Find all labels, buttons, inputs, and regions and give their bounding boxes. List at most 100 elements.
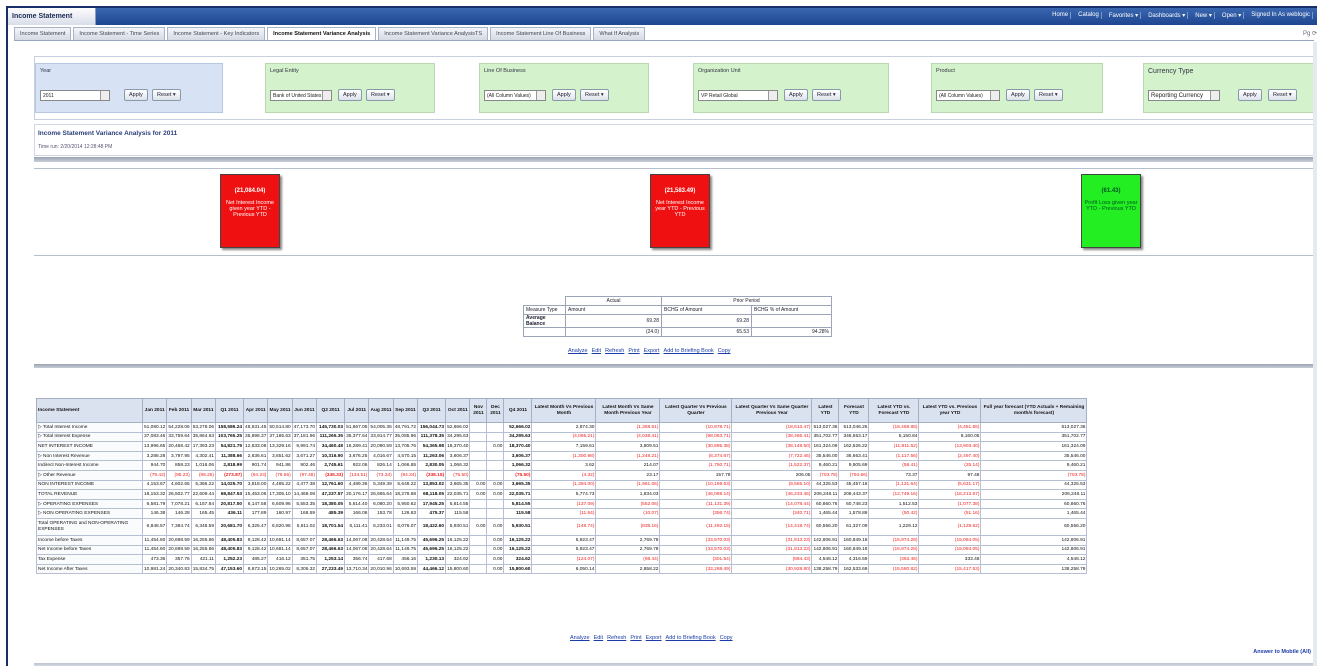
column-header[interactable]: Dec 2011 bbox=[486, 398, 505, 423]
row-label[interactable]: ▷ Non Interest Revenue bbox=[36, 450, 143, 462]
column-header[interactable]: Income Statement bbox=[36, 398, 143, 423]
tab-variance-analysis[interactable]: Income Statement Variance Analysis bbox=[267, 27, 377, 40]
org-unit-select[interactable]: VP Retail Global bbox=[698, 90, 778, 101]
apply-button[interactable]: Apply bbox=[1006, 89, 1030, 101]
apply-button[interactable]: Apply bbox=[338, 89, 362, 101]
link-copy[interactable]: Copy bbox=[718, 348, 731, 354]
row-label[interactable]: ▷ OPERATING EXPENSES bbox=[36, 498, 143, 510]
column-header[interactable]: Aug 2011 bbox=[368, 398, 394, 423]
row-label[interactable]: ▷ NON OPERATING EXPENSES bbox=[36, 508, 143, 519]
reset-button[interactable]: Reset ▾ bbox=[1268, 89, 1297, 101]
link-edit[interactable]: Edit bbox=[592, 348, 601, 354]
nav-open[interactable]: Open ▾ bbox=[1220, 12, 1245, 19]
table-cell: (2,497.40) bbox=[918, 450, 982, 462]
column-header[interactable]: Q2 2011 bbox=[316, 398, 346, 423]
link-analyze[interactable]: Analyze bbox=[570, 635, 590, 641]
apply-button[interactable]: Apply bbox=[124, 89, 148, 101]
nav-home[interactable]: Home bbox=[1050, 12, 1072, 19]
table-cell: (134.51) bbox=[344, 469, 370, 481]
prompt-label: Product bbox=[936, 68, 955, 74]
reset-button[interactable]: Reset ▾ bbox=[580, 89, 609, 101]
link-copy[interactable]: Copy bbox=[720, 635, 733, 641]
tab-key-indicators[interactable]: Income Statement - Key Indicators bbox=[167, 27, 266, 40]
table-cell: 16,255.86 bbox=[190, 534, 217, 546]
column-header[interactable]: Jul 2011 bbox=[344, 398, 370, 423]
column-header[interactable]: Jan 2011 bbox=[141, 398, 168, 423]
table-cell: 4,489.36 bbox=[344, 479, 370, 491]
row-label[interactable]: ▷ Other Revenue bbox=[36, 469, 143, 481]
table-cell: 0.00 bbox=[486, 489, 505, 500]
link-edit[interactable]: Edit bbox=[594, 635, 603, 641]
column-header[interactable]: Latest Quarter Vs Previous Quarter bbox=[659, 398, 733, 423]
table-row: ▷ Non Interest Revenue 3,288.28 3,797.95 4,… bbox=[36, 450, 1088, 462]
reset-button[interactable]: Reset ▾ bbox=[1034, 89, 1063, 101]
table-cell: (4,451.65) bbox=[918, 422, 982, 433]
apply-button[interactable]: Apply bbox=[1238, 89, 1262, 101]
link-briefing-book[interactable]: Add to Briefing Book bbox=[664, 348, 714, 354]
column-header[interactable]: Latest Month Vs Same Month Previous Year bbox=[595, 398, 661, 423]
link-refresh[interactable]: Refresh bbox=[605, 348, 624, 354]
column-header[interactable]: Latest YTD bbox=[811, 398, 840, 423]
column-header[interactable]: Q3 2011 bbox=[417, 398, 447, 423]
column-header[interactable]: May 2011 bbox=[267, 398, 293, 423]
apply-button[interactable]: Apply bbox=[552, 89, 576, 101]
table-cell: (9,565.10) bbox=[731, 479, 813, 491]
tab-what-if[interactable]: What If Analysis bbox=[593, 27, 646, 40]
lob-select[interactable]: (All Column Values) bbox=[484, 90, 546, 101]
nav-signed-in[interactable]: Signed In As weblogic bbox=[1249, 12, 1313, 19]
column-header[interactable]: Oct 2011 bbox=[445, 398, 471, 423]
reset-button[interactable]: Reset ▾ bbox=[152, 89, 181, 101]
tab-line-of-business[interactable]: Income Statement Line Of Business bbox=[490, 27, 592, 40]
tab-income-statement[interactable]: Income Statement bbox=[14, 27, 72, 40]
pivot-row-label bbox=[523, 327, 566, 337]
nav-catalog[interactable]: Catalog bbox=[1076, 12, 1102, 19]
scrollbar[interactable] bbox=[1313, 42, 1317, 666]
link-refresh[interactable]: Refresh bbox=[607, 635, 626, 641]
column-header[interactable]: Nov 2011 bbox=[469, 398, 488, 423]
link-export[interactable]: Export bbox=[644, 348, 660, 354]
column-header[interactable]: Apr 2011 bbox=[243, 398, 269, 423]
column-header[interactable]: Q4 2011 bbox=[503, 398, 533, 423]
table-cell: (94.23) bbox=[243, 469, 269, 481]
nav-favorites[interactable]: Favorites ▾ bbox=[1107, 12, 1142, 19]
link-print[interactable]: Print bbox=[630, 635, 641, 641]
year-select[interactable]: 2011 bbox=[40, 90, 110, 101]
link-briefing-book[interactable]: Add to Briefing Book bbox=[666, 635, 716, 641]
column-header[interactable]: Q1 2011 bbox=[215, 398, 245, 423]
column-header[interactable]: Sep 2011 bbox=[392, 398, 419, 423]
currency-select[interactable]: Reporting Currency bbox=[1148, 90, 1220, 101]
nav-new[interactable]: New ▾ bbox=[1193, 12, 1215, 19]
link-analyze[interactable]: Analyze bbox=[568, 348, 588, 354]
link-print[interactable]: Print bbox=[628, 348, 639, 354]
column-header[interactable]: Latest Month Vs Previous Month bbox=[531, 398, 597, 423]
column-header[interactable]: Latest YTD vs. Forecast YTD bbox=[868, 398, 920, 423]
apply-button[interactable]: Apply bbox=[784, 89, 808, 101]
nav-dashboards[interactable]: Dashboards ▾ bbox=[1146, 12, 1189, 19]
kpi-net-interest-ytd[interactable]: (21,583.49) Net Interest Income year YTD… bbox=[650, 174, 710, 248]
column-header[interactable]: Feb 2011 bbox=[166, 398, 192, 423]
reset-button[interactable]: Reset ▾ bbox=[812, 89, 841, 101]
tab-time-series[interactable]: Income Statement - Time Series bbox=[73, 27, 166, 40]
product-select[interactable]: (All Column Values) bbox=[936, 90, 1000, 101]
tab-variance-analysis-ts[interactable]: Income Statement Variance AnalysisTS bbox=[378, 27, 489, 40]
reset-button[interactable]: Reset ▾ bbox=[366, 89, 395, 101]
kpi-profit-loss[interactable]: (61.43) Profit Loss given year YTD - Pre… bbox=[1081, 174, 1141, 248]
table-cell: 23.17 bbox=[595, 469, 661, 481]
table-cell: 60,556.20 bbox=[980, 517, 1088, 536]
column-header[interactable]: Mar 2011 bbox=[190, 398, 217, 423]
table-cell: 45,696.25 bbox=[417, 534, 447, 546]
column-header[interactable]: Full year forecast (YTD Actuals + Remain… bbox=[980, 398, 1088, 423]
column-header[interactable]: Forecast YTD bbox=[838, 398, 870, 423]
row-label[interactable]: ▷ Total Interest Expense bbox=[36, 431, 143, 443]
column-header[interactable]: Latest YTD vs. Previous year YTD bbox=[918, 398, 982, 423]
page-options-icon[interactable]: Pg ⟳ bbox=[1303, 30, 1317, 37]
link-export[interactable]: Export bbox=[646, 635, 662, 641]
table-cell: (11,811.52) bbox=[868, 441, 920, 452]
answer-to-mobile-link[interactable]: Answer to Mobile (All) bbox=[1253, 649, 1311, 655]
column-header[interactable]: Jun 2011 bbox=[291, 398, 318, 423]
table-cell: 47,173.70 bbox=[291, 422, 318, 433]
column-header[interactable]: Latest Quarter Vs Same Quarter Previous … bbox=[731, 398, 813, 423]
row-label[interactable]: ▷ Total Interest Income bbox=[36, 422, 143, 433]
legal-entity-select[interactable]: Bank of United States bbox=[270, 90, 332, 101]
kpi-net-interest-given-year[interactable]: (21,084.04) Net Interest Income given ye… bbox=[220, 174, 280, 248]
